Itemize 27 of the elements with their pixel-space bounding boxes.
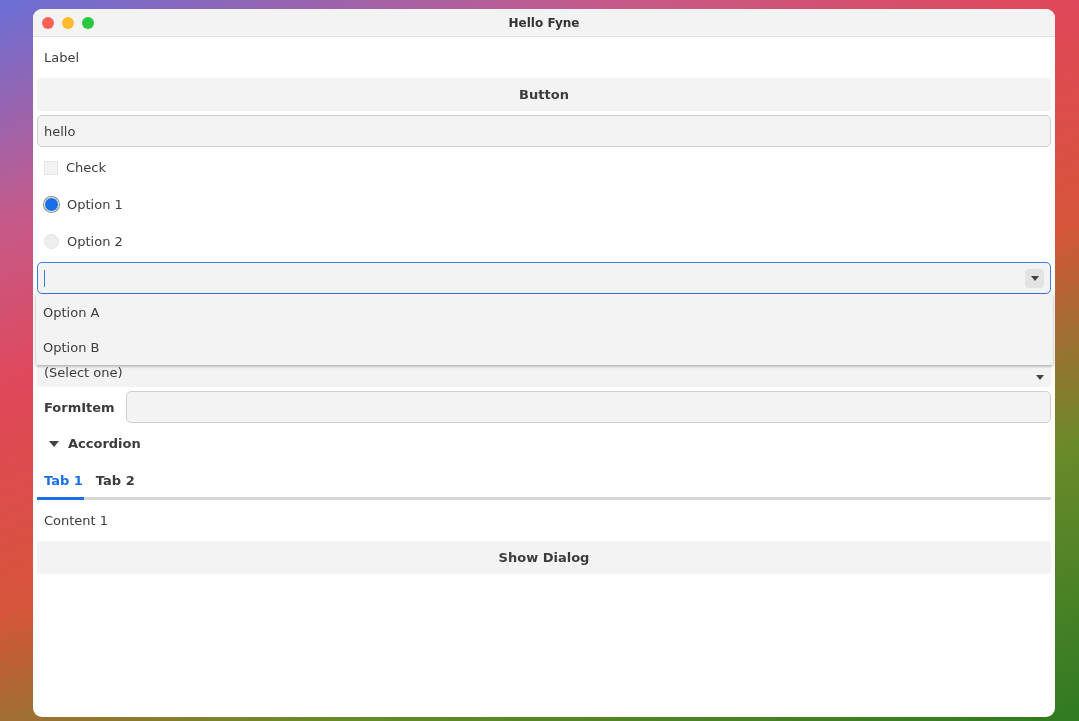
form-input-field[interactable] (125, 391, 1051, 423)
maximize-icon[interactable] (82, 16, 94, 29)
caret-icon (1036, 375, 1044, 380)
show-dialog-button[interactable]: Show Dialog (37, 541, 1051, 574)
tab[interactable]: Tab 2 (88, 464, 141, 497)
radio-label: Option 2 (67, 234, 123, 249)
dropdown-button[interactable] (1025, 268, 1044, 288)
close-icon[interactable] (42, 16, 54, 29)
text-cursor (44, 269, 45, 287)
button[interactable]: Button (37, 78, 1051, 111)
checkbox-label: Check (66, 160, 106, 175)
tab[interactable]: Tab 1 (37, 464, 89, 497)
checkbox[interactable] (44, 160, 58, 175)
label-text: Label (43, 50, 80, 65)
accordion-header[interactable]: Accordion (37, 427, 1051, 460)
tab-content-text: Content 1 (43, 513, 109, 528)
tab-indicator (37, 497, 84, 500)
caret-icon (49, 440, 59, 447)
text-input-field[interactable]: hello (37, 115, 1051, 147)
radio-label: Option 1 (67, 197, 123, 212)
caret-icon (1030, 275, 1039, 281)
minimize-icon[interactable] (62, 16, 74, 29)
select-entry-field[interactable] (37, 262, 1051, 294)
radio-button[interactable] (44, 234, 59, 249)
window-title: Hello Fyne (508, 15, 580, 30)
form-label: FormItem (43, 399, 115, 415)
menu-item[interactable]: Option A (36, 294, 1053, 330)
